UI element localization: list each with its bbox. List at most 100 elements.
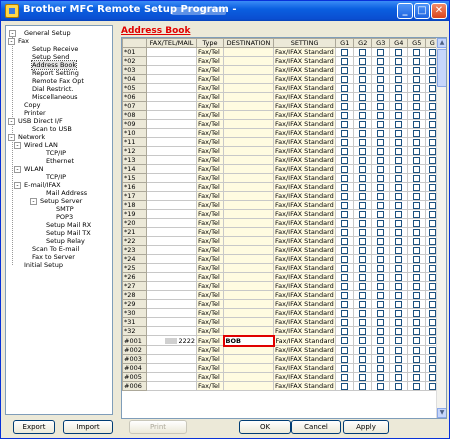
destination-cell[interactable] bbox=[223, 345, 274, 355]
destination-cell[interactable] bbox=[223, 263, 274, 273]
tree-item[interactable]: POP3 bbox=[56, 213, 73, 221]
group-checkbox[interactable] bbox=[413, 291, 421, 299]
table-row[interactable]: *22 Fax/Tel Fax/IFAX Standard bbox=[122, 236, 440, 246]
group-checkbox[interactable] bbox=[413, 327, 421, 335]
type-cell[interactable]: Fax/Tel bbox=[196, 83, 224, 93]
table-row[interactable]: *31 Fax/Tel Fax/IFAX Standard bbox=[122, 317, 440, 327]
tree-item[interactable]: Setup Send bbox=[32, 53, 69, 61]
tree-item[interactable]: Printer bbox=[24, 109, 46, 117]
tree-item[interactable]: Remote Fax Opt bbox=[32, 77, 84, 85]
setting-cell[interactable]: Fax/IFAX Standard bbox=[272, 363, 337, 373]
group-checkbox[interactable] bbox=[413, 246, 421, 254]
group-checkbox[interactable] bbox=[359, 93, 367, 101]
setting-cell[interactable]: Fax/IFAX Standard bbox=[272, 245, 337, 255]
setting-cell[interactable]: Fax/IFAX Standard bbox=[272, 381, 337, 391]
number-cell[interactable] bbox=[146, 182, 197, 192]
group-checkbox[interactable] bbox=[341, 183, 349, 191]
group-checkbox[interactable] bbox=[359, 174, 367, 182]
group-checkbox[interactable] bbox=[377, 174, 385, 182]
table-row[interactable]: *28 Fax/Tel Fax/IFAX Standard bbox=[122, 290, 440, 300]
type-cell[interactable]: Fax/Tel bbox=[196, 363, 224, 373]
group-checkbox[interactable] bbox=[413, 165, 421, 173]
group-checkbox[interactable] bbox=[413, 237, 421, 245]
group-checkbox[interactable] bbox=[428, 237, 436, 245]
setting-cell[interactable]: Fax/IFAX Standard bbox=[272, 218, 337, 228]
destination-cell[interactable] bbox=[223, 200, 274, 210]
type-cell[interactable]: Fax/Tel bbox=[196, 308, 224, 318]
tree-item[interactable]: General Setup bbox=[24, 29, 71, 37]
table-row[interactable]: *05 Fax/Tel Fax/IFAX Standard bbox=[122, 83, 440, 93]
destination-cell[interactable] bbox=[223, 146, 274, 156]
group-checkbox[interactable] bbox=[377, 228, 385, 236]
type-cell[interactable]: Fax/Tel bbox=[196, 119, 224, 129]
setting-cell[interactable]: Fax/IFAX Standard bbox=[272, 101, 337, 111]
table-row[interactable]: *14 Fax/Tel Fax/IFAX Standard bbox=[122, 164, 440, 174]
group-checkbox[interactable] bbox=[359, 201, 367, 209]
group-checkbox[interactable] bbox=[377, 201, 385, 209]
group-checkbox[interactable] bbox=[413, 93, 421, 101]
group-checkbox[interactable] bbox=[341, 111, 349, 119]
setting-cell[interactable]: Fax/IFAX Standard bbox=[272, 290, 337, 300]
table-row[interactable]: *12 Fax/Tel Fax/IFAX Standard bbox=[122, 146, 440, 156]
group-checkbox[interactable] bbox=[341, 165, 349, 173]
setting-cell[interactable]: Fax/IFAX Standard bbox=[272, 299, 337, 309]
group-checkbox[interactable] bbox=[359, 75, 367, 83]
group-checkbox[interactable] bbox=[395, 102, 403, 110]
close-button[interactable]: ✕ bbox=[431, 3, 447, 19]
group-checkbox[interactable] bbox=[359, 219, 367, 227]
group-checkbox[interactable] bbox=[428, 165, 436, 173]
number-cell[interactable] bbox=[146, 254, 197, 264]
group-checkbox[interactable] bbox=[341, 102, 349, 110]
table-row[interactable]: *21 Fax/Tel Fax/IFAX Standard bbox=[122, 227, 440, 237]
tree-item[interactable]: Report Setting bbox=[32, 69, 79, 77]
setting-cell[interactable]: Fax/IFAX Standard bbox=[272, 173, 337, 183]
group-checkbox[interactable] bbox=[428, 93, 436, 101]
table-row[interactable]: *09 Fax/Tel Fax/IFAX Standard bbox=[122, 119, 440, 129]
group-checkbox[interactable] bbox=[428, 174, 436, 182]
tree-item[interactable]: Fax bbox=[18, 37, 29, 45]
tree-expander-icon[interactable]: - bbox=[30, 198, 37, 205]
group-checkbox[interactable] bbox=[395, 156, 403, 164]
column-header[interactable]: FAX/TEL/MAIL bbox=[146, 38, 197, 48]
group-checkbox[interactable] bbox=[377, 57, 385, 65]
group-checkbox[interactable] bbox=[428, 337, 436, 344]
setting-cell[interactable]: Fax/IFAX Standard bbox=[272, 155, 337, 165]
number-cell[interactable] bbox=[146, 290, 197, 300]
table-row[interactable]: *13 Fax/Tel Fax/IFAX Standard bbox=[122, 155, 440, 165]
group-checkbox[interactable] bbox=[395, 228, 403, 236]
maximize-button[interactable]: □ bbox=[414, 3, 430, 19]
type-cell[interactable]: Fax/Tel bbox=[196, 326, 224, 336]
destination-cell[interactable] bbox=[223, 128, 274, 138]
type-cell[interactable]: Fax/Tel bbox=[196, 290, 224, 300]
type-cell[interactable]: Fax/Tel bbox=[196, 164, 224, 174]
group-checkbox[interactable] bbox=[395, 373, 403, 381]
group-checkbox[interactable] bbox=[377, 246, 385, 254]
destination-cell[interactable] bbox=[223, 92, 274, 102]
setting-cell[interactable]: Fax/IFAX Standard bbox=[272, 56, 337, 66]
group-checkbox[interactable] bbox=[341, 120, 349, 128]
group-checkbox[interactable] bbox=[395, 93, 403, 101]
tree-expander-icon[interactable]: - bbox=[14, 166, 21, 173]
group-checkbox[interactable] bbox=[359, 264, 367, 272]
type-cell[interactable]: Fax/Tel bbox=[196, 345, 224, 355]
table-row[interactable]: #002 Fax/Tel Fax/IFAX Standard bbox=[122, 345, 440, 355]
tree-item[interactable]: Fax to Server bbox=[32, 253, 75, 261]
group-checkbox[interactable] bbox=[341, 192, 349, 200]
number-cell[interactable] bbox=[146, 326, 197, 336]
tree-item[interactable]: E-mail/IFAX bbox=[24, 181, 61, 189]
group-checkbox[interactable] bbox=[428, 300, 436, 308]
type-cell[interactable]: Fax/Tel bbox=[196, 281, 224, 291]
table-row[interactable]: *02 Fax/Tel Fax/IFAX Standard bbox=[122, 56, 440, 66]
number-cell[interactable] bbox=[146, 236, 197, 246]
address-book-grid[interactable]: FAX/TEL/MAIL Type DESTINATION SETTING G1 G2 G3… bbox=[121, 37, 447, 419]
group-checkbox[interactable] bbox=[359, 228, 367, 236]
setting-cell[interactable]: Fax/IFAX Standard bbox=[272, 128, 337, 138]
table-row[interactable]: *30 Fax/Tel Fax/IFAX Standard bbox=[122, 308, 440, 318]
group-checkbox[interactable] bbox=[395, 201, 403, 209]
table-row[interactable]: *01 Fax/Tel Fax/IFAX Standard bbox=[122, 47, 440, 57]
group-checkbox[interactable] bbox=[413, 337, 421, 344]
type-cell[interactable]: Fax/Tel bbox=[196, 173, 224, 183]
tree-item[interactable]: Setup Mail TX bbox=[46, 229, 91, 237]
type-cell[interactable]: Fax/Tel bbox=[196, 263, 224, 273]
number-cell[interactable] bbox=[146, 191, 197, 201]
